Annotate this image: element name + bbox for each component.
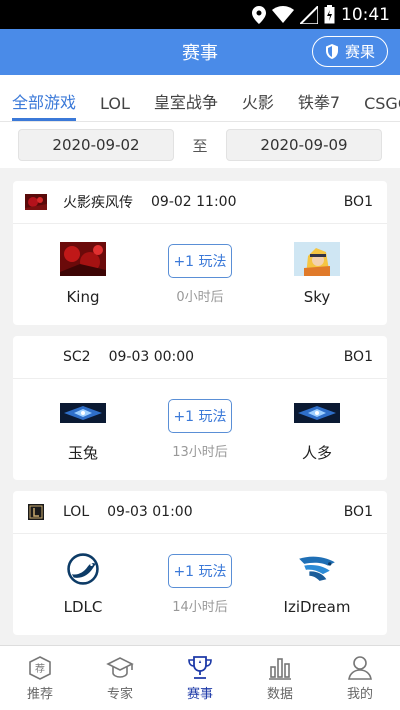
- status-bar: 10:41: [0, 0, 400, 29]
- team-b[interactable]: IziDream: [247, 552, 387, 616]
- nav-expert[interactable]: 专家: [80, 646, 160, 710]
- lol-game-icon: [28, 504, 44, 520]
- shield-icon: [325, 44, 338, 59]
- team-b[interactable]: Sky: [247, 242, 387, 306]
- blue-sc2-logo: [294, 402, 340, 423]
- match-card-header: SC2 09-03 00:00 BO1: [13, 336, 387, 379]
- red-team-logo: [60, 242, 106, 276]
- nav-expert-label: 专家: [106, 686, 133, 702]
- page-title: 赛事: [182, 43, 218, 64]
- team-b-name: 人多: [301, 443, 332, 462]
- tab-tekken7[interactable]: 铁拳7: [298, 89, 340, 121]
- end-date-picker[interactable]: 2020-09-09: [226, 129, 382, 161]
- results-button[interactable]: 赛果: [311, 36, 388, 67]
- match-format: BO1: [343, 504, 373, 520]
- nav-data[interactable]: 数据: [240, 646, 320, 710]
- team-a[interactable]: King: [13, 242, 153, 306]
- team-a-name: 玉兔: [67, 443, 98, 462]
- team-a[interactable]: LDLC: [13, 552, 153, 616]
- match-card-header: LOL 09-03 01:00 BO1: [13, 491, 387, 534]
- date-range-row: 2020-09-02 至 2020-09-09: [0, 122, 400, 168]
- match-center: +1 玩法 13小时后: [153, 398, 247, 460]
- tab-lol[interactable]: LOL: [100, 94, 130, 121]
- battery-icon: [324, 5, 335, 24]
- nav-recommend[interactable]: 荐 推荐: [0, 646, 80, 710]
- match-time: 09-02 11:00: [151, 194, 237, 210]
- tab-clash-royale[interactable]: 皇室战争: [154, 89, 218, 121]
- game-icon-placeholder: [25, 349, 47, 365]
- game-name: SC2: [63, 349, 91, 365]
- game-name: 火影疾风传: [63, 195, 133, 211]
- match-card-body: LDLC +1 玩法 14小时后 IziDream: [13, 534, 387, 634]
- bet-options-button[interactable]: +1 玩法: [168, 553, 232, 588]
- app-header: 赛事 赛果: [0, 29, 400, 75]
- blue-sc2-logo: [60, 402, 106, 423]
- match-card[interactable]: 火影疾风传 09-02 11:00 BO1 King +1 玩法 0小时后 Sk…: [13, 181, 387, 325]
- game-tabs: 全部游戏 LOL 皇室战争 火影 铁拳7 CSGO: [0, 75, 400, 122]
- user-icon: [348, 655, 372, 680]
- match-time: 09-03 00:00: [108, 349, 195, 365]
- svg-text:荐: 荐: [35, 663, 45, 675]
- nav-events-label: 赛事: [186, 686, 213, 702]
- match-list[interactable]: 火影疾风传 09-02 11:00 BO1 King +1 玩法 0小时后 Sk…: [0, 176, 400, 645]
- wifi-icon: [272, 5, 294, 23]
- start-date-picker[interactable]: 2020-09-02: [18, 129, 174, 161]
- team-b-name: Sky: [303, 288, 331, 306]
- tab-naruto[interactable]: 火影: [242, 89, 274, 121]
- match-card-header: 火影疾风传 09-02 11:00 BO1: [13, 181, 387, 224]
- match-card-body: 玉兔 +1 玩法 13小时后 人多: [13, 379, 387, 479]
- bet-options-button[interactable]: +1 玩法: [168, 398, 232, 433]
- match-center: +1 玩法 0小时后: [153, 243, 247, 305]
- match-card[interactable]: LOL 09-03 01:00 BO1 LDLC +1 玩法 14小时后 Izi…: [13, 491, 387, 635]
- team-a-name: LDLC: [63, 598, 103, 616]
- game-name: LOL: [63, 504, 90, 520]
- team-a[interactable]: 玉兔: [13, 396, 153, 463]
- signal-icon: [300, 5, 318, 24]
- location-icon: [252, 5, 266, 24]
- nav-data-label: 数据: [266, 686, 293, 702]
- nav-profile-label: 我的: [346, 686, 373, 702]
- clock-time: 10:41: [341, 4, 390, 25]
- ldlc-logo: [67, 553, 99, 585]
- tab-all-games[interactable]: 全部游戏: [12, 89, 77, 121]
- nav-profile[interactable]: 我的: [320, 646, 400, 710]
- match-countdown: 13小时后: [172, 444, 228, 460]
- recommend-icon: 荐: [29, 655, 51, 680]
- match-card-body: King +1 玩法 0小时后 Sky: [13, 224, 387, 324]
- match-time: 09-03 01:00: [107, 504, 193, 520]
- tab-csgo[interactable]: CSGO: [364, 94, 400, 121]
- izidream-logo: [299, 556, 335, 581]
- expert-cap-icon: [106, 656, 134, 678]
- naruto-character-logo: [294, 242, 340, 276]
- match-countdown: 0小时后: [176, 289, 224, 305]
- bar-chart-icon: [269, 657, 291, 680]
- team-b-name: IziDream: [283, 598, 351, 616]
- results-button-label: 赛果: [344, 43, 375, 61]
- date-separator: 至: [192, 136, 208, 155]
- match-center: +1 玩法 14小时后: [153, 553, 247, 615]
- bottom-nav: 荐 推荐 专家 赛事 数据 我的: [0, 645, 400, 710]
- team-b[interactable]: 人多: [247, 396, 387, 463]
- match-countdown: 14小时后: [172, 599, 228, 615]
- naruto-game-icon: [25, 194, 47, 210]
- match-format: BO1: [343, 194, 373, 210]
- nav-recommend-label: 推荐: [26, 686, 53, 702]
- bet-options-button[interactable]: +1 玩法: [168, 243, 232, 278]
- match-format: BO1: [343, 349, 373, 365]
- nav-events[interactable]: 赛事: [160, 646, 240, 710]
- trophy-icon: [188, 655, 212, 679]
- match-card[interactable]: SC2 09-03 00:00 BO1 玉兔 +1 玩法 13小时后 人多: [13, 336, 387, 480]
- team-a-name: King: [66, 288, 100, 306]
